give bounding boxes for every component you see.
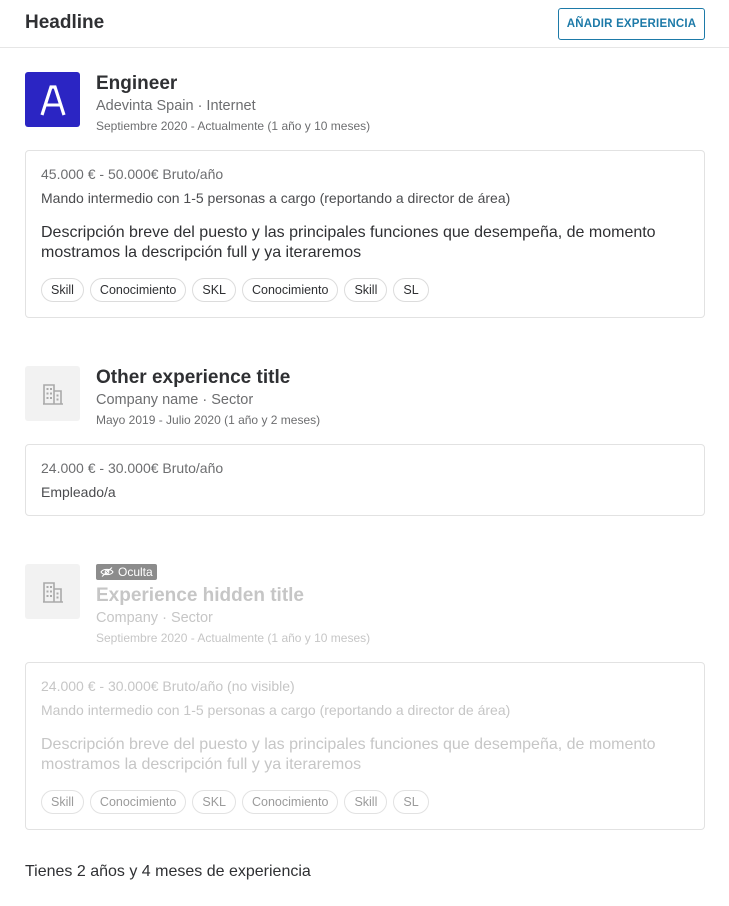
skill-chip: Skill (344, 278, 388, 302)
experience-company: Company · Sector (96, 610, 213, 626)
experience-description: Descripción breve del puesto y las princ… (41, 224, 656, 261)
skill-chip: SL (393, 790, 429, 814)
company-logo-placeholder (25, 366, 80, 421)
experience-details-card: 24.000 € - 30.000€ Bruto/año Empleado/a (25, 444, 705, 516)
salary-range: 24.000 € - 30.000€ Bruto/año (no visible… (41, 678, 295, 694)
skill-chip: Conocimiento (89, 790, 187, 814)
skill-chip: SKL (192, 278, 236, 302)
skills-list: Skill Conocimiento SKL Conocimiento Skil… (41, 278, 429, 302)
skill-chip: Conocimiento (89, 278, 187, 302)
company-logo-placeholder (25, 564, 80, 619)
skill-chip: Skill (41, 278, 84, 302)
hidden-badge-label: Oculta (118, 565, 153, 579)
experience-details-card: 45.000 € - 50.000€ Bruto/año Mando inter… (25, 150, 705, 318)
eye-slash-icon (100, 567, 114, 577)
experience-title[interactable]: Engineer (96, 73, 177, 95)
skill-chip: SL (393, 278, 429, 302)
skill-chip: Skill (344, 790, 388, 814)
skill-chip: Skill (41, 790, 84, 814)
experience-company: Adevinta Spain · Internet (96, 98, 256, 114)
skill-chip: Conocimiento (242, 278, 339, 302)
role-level: Mando intermedio con 1-5 personas a carg… (41, 190, 511, 206)
experience-dates: Mayo 2019 - Julio 2020 (1 año y 2 meses) (96, 413, 321, 427)
company-logo (25, 72, 80, 127)
building-icon (42, 581, 63, 603)
experience-description: Descripción breve del puesto y las princ… (41, 736, 656, 773)
experience-company: Company name · Sector (96, 392, 254, 408)
experience-dates: Septiembre 2020 - Actualmente (1 año y 1… (96, 119, 371, 133)
experience-total-summary: Tienes 2 años y 4 meses de experiencia (25, 863, 311, 880)
building-icon (42, 383, 63, 405)
experience-title[interactable]: Other experience title (96, 367, 290, 389)
salary-range: 24.000 € - 30.000€ Bruto/año (41, 460, 224, 476)
role-level: Empleado/a (41, 484, 116, 500)
skill-chip: Conocimiento (242, 790, 339, 814)
section-title: Headline (25, 12, 105, 33)
experience-dates: Septiembre 2020 - Actualmente (1 año y 1… (96, 631, 371, 645)
salary-range: 45.000 € - 50.000€ Bruto/año (41, 166, 224, 182)
skill-chip: SKL (192, 790, 236, 814)
role-level: Mando intermedio con 1-5 personas a carg… (41, 702, 511, 718)
add-experience-button[interactable]: AÑADIR EXPERIENCIA (558, 8, 705, 40)
experience-details-card: 24.000 € - 30.000€ Bruto/año (no visible… (25, 662, 705, 830)
adevinta-logo-icon (39, 84, 66, 115)
section-header: Headline AÑADIR EXPERIENCIA (0, 0, 729, 48)
hidden-status-badge: Oculta (96, 564, 157, 580)
experience-title[interactable]: Experience hidden title (96, 585, 304, 607)
skills-list: Skill Conocimiento SKL Conocimiento Skil… (41, 790, 429, 814)
